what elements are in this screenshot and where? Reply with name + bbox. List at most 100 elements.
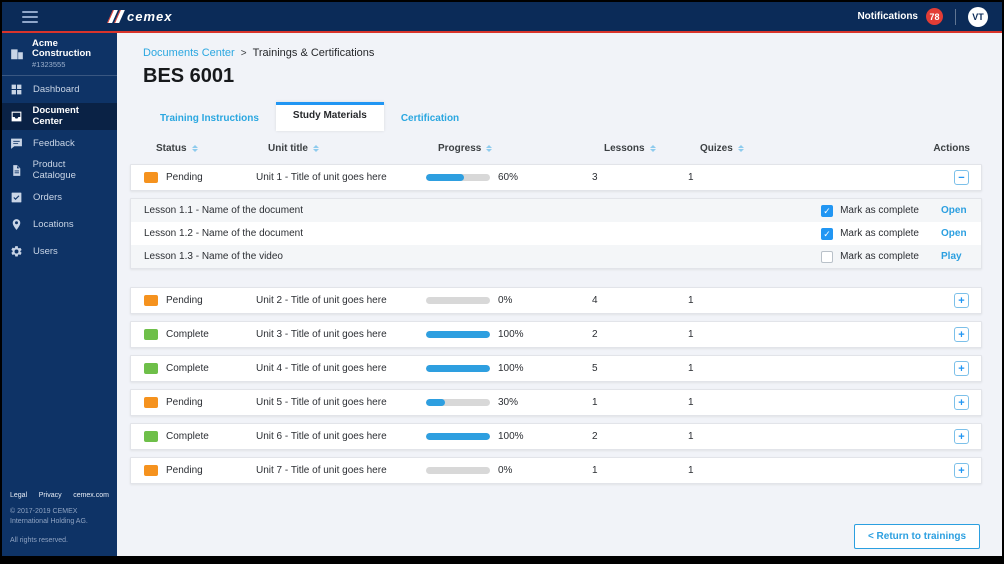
sidebar-item-users[interactable]: Users xyxy=(2,238,117,265)
notifications-badge[interactable]: 78 xyxy=(926,8,943,25)
unit-row: Pending Unit 5 - Title of unit goes here 3… xyxy=(130,389,982,416)
privacy-link[interactable]: Privacy xyxy=(39,492,62,499)
unit-title: Unit 6 - Title of unit goes here xyxy=(256,431,387,442)
return-to-trainings-button[interactable]: < Return to trainings xyxy=(853,524,980,549)
lessons-count: 1 xyxy=(592,397,598,408)
sidebar-item-orders[interactable]: Orders xyxy=(2,184,117,211)
header-lessons[interactable]: Lessons xyxy=(604,143,700,154)
menu-icon[interactable] xyxy=(22,10,38,23)
lesson-title: Lesson 1.2 - Name of the document xyxy=(144,228,303,239)
lesson-link[interactable]: Play xyxy=(941,251,967,262)
tab-training-instructions[interactable]: Training Instructions xyxy=(143,102,276,131)
expand-button[interactable]: + xyxy=(954,327,969,342)
copyright-line: © 2017-2019 CEMEX xyxy=(10,507,78,515)
breadcrumb-parent-link[interactable]: Documents Center xyxy=(143,47,235,59)
progress-bar xyxy=(426,174,490,181)
status-label: Complete xyxy=(166,329,209,340)
lesson-row: Lesson 1.2 - Name of the document ✓ Mark a… xyxy=(131,222,981,245)
tab-certification[interactable]: Certification xyxy=(384,102,476,131)
progress-label: 30% xyxy=(498,397,519,408)
lesson-title: Lesson 1.3 - Name of the video xyxy=(144,251,283,262)
mark-complete-checkbox[interactable]: ✓ xyxy=(821,227,834,240)
unit-title: Unit 4 - Title of unit goes here xyxy=(256,363,387,374)
table-body: Pending Unit 1 - Title of unit goes here 6… xyxy=(130,164,982,484)
mark-complete-checkbox[interactable]: ✓ xyxy=(821,204,834,217)
sort-icon xyxy=(486,145,493,152)
collapse-button[interactable]: − xyxy=(954,170,969,185)
status-label: Complete xyxy=(166,431,209,442)
quizes-count: 1 xyxy=(688,397,694,408)
cemex-logo: cemex xyxy=(107,9,172,24)
breadcrumb-separator: > xyxy=(240,47,247,59)
lesson-link[interactable]: Open xyxy=(941,228,967,239)
sidebar-footer: Legal Privacy cemex.com © 2017-2019 CEME… xyxy=(2,486,117,557)
quizes-count: 1 xyxy=(688,363,694,374)
expand-button[interactable]: + xyxy=(954,361,969,376)
sidebar-item-dashboard[interactable]: Dashboard xyxy=(2,76,117,103)
sidebar-item-product-catalogue[interactable]: Product Catalogue xyxy=(2,157,117,184)
sidebar-item-label: Document Center xyxy=(32,105,79,128)
status-swatch xyxy=(144,295,158,306)
mark-complete-label: Mark as complete xyxy=(840,228,919,239)
quizes-count: 1 xyxy=(688,295,694,306)
status-swatch xyxy=(144,431,158,442)
unit-title: Unit 7 - Title of unit goes here xyxy=(256,465,387,476)
unit-title: Unit 1 - Title of unit goes here xyxy=(256,172,387,183)
unit-row: Pending Unit 2 - Title of unit goes here 0… xyxy=(130,287,982,314)
sort-icon xyxy=(649,145,656,152)
progress-label: 100% xyxy=(498,431,524,442)
lesson-link[interactable]: Open xyxy=(941,205,967,216)
unit-row: Complete Unit 4 - Title of unit goes here… xyxy=(130,355,982,382)
cemex-com-link[interactable]: cemex.com xyxy=(73,492,109,499)
sort-icon xyxy=(737,145,744,152)
quizes-count: 1 xyxy=(688,172,694,183)
document-page-icon xyxy=(10,164,24,177)
sidebar-item-label: Users xyxy=(33,245,58,257)
header-unit-title[interactable]: Unit title xyxy=(268,143,438,154)
header-status[interactable]: Status xyxy=(156,143,268,154)
lessons-count: 1 xyxy=(592,465,598,476)
main-content: Documents Center > Trainings & Certifica… xyxy=(117,33,1002,556)
mark-complete-label: Mark as complete xyxy=(840,251,919,262)
sort-icon xyxy=(313,145,319,152)
lessons-count: 3 xyxy=(592,172,598,183)
lesson-title: Lesson 1.1 - Name of the document xyxy=(144,205,303,216)
top-bar: cemex Notifications 78 VT xyxy=(2,2,1002,31)
lesson-row: Lesson 1.1 - Name of the document ✓ Mark a… xyxy=(131,199,981,222)
copyright-line: All rights reserved. xyxy=(10,536,68,544)
progress-label: 100% xyxy=(498,329,524,340)
progress-bar xyxy=(426,433,490,440)
lessons-panel: Lesson 1.1 - Name of the document ✓ Mark a… xyxy=(130,198,982,269)
expand-button[interactable]: + xyxy=(954,429,969,444)
progress-bar xyxy=(426,331,490,338)
sidebar-item-locations[interactable]: Locations xyxy=(2,211,117,238)
status-swatch xyxy=(144,329,158,340)
sort-icon xyxy=(191,145,198,152)
expand-button[interactable]: + xyxy=(954,293,969,308)
quizes-count: 1 xyxy=(688,431,694,442)
progress-label: 100% xyxy=(498,363,524,374)
tab-study-materials[interactable]: Study Materials xyxy=(275,102,384,131)
sidebar-item-document-center[interactable]: Document Center xyxy=(2,102,117,130)
progress-bar xyxy=(426,297,490,304)
legal-link[interactable]: Legal xyxy=(10,492,27,499)
copyright-line: International Holding AG. xyxy=(10,518,88,525)
status-label: Complete xyxy=(166,363,209,374)
status-label: Pending xyxy=(166,295,203,306)
avatar[interactable]: VT xyxy=(968,6,988,27)
expand-button[interactable]: + xyxy=(954,395,969,410)
mark-complete-label: Mark as complete xyxy=(840,205,919,216)
header-progress[interactable]: Progress xyxy=(438,143,604,154)
mark-complete-checkbox[interactable] xyxy=(821,250,834,263)
sidebar-item-feedback[interactable]: Feedback xyxy=(2,130,117,157)
sidebar-company[interactable]: Acme Construction #1323555 xyxy=(2,33,117,76)
sidebar-item-label: Product Catalogue xyxy=(32,159,76,182)
tab-bar: Training Instructions Study Materials Ce… xyxy=(143,102,982,131)
header-quizes[interactable]: Quizes xyxy=(700,143,930,154)
sidebar-nav: Dashboard Document Center Feedback Product … xyxy=(2,76,117,486)
expand-button[interactable]: + xyxy=(954,463,969,478)
unit-row: Pending Unit 7 - Title of unit goes here 0… xyxy=(130,457,982,484)
unit-title: Unit 2 - Title of unit goes here xyxy=(256,295,387,306)
notifications-link[interactable]: Notifications xyxy=(857,11,918,22)
progress-label: 0% xyxy=(498,465,513,476)
